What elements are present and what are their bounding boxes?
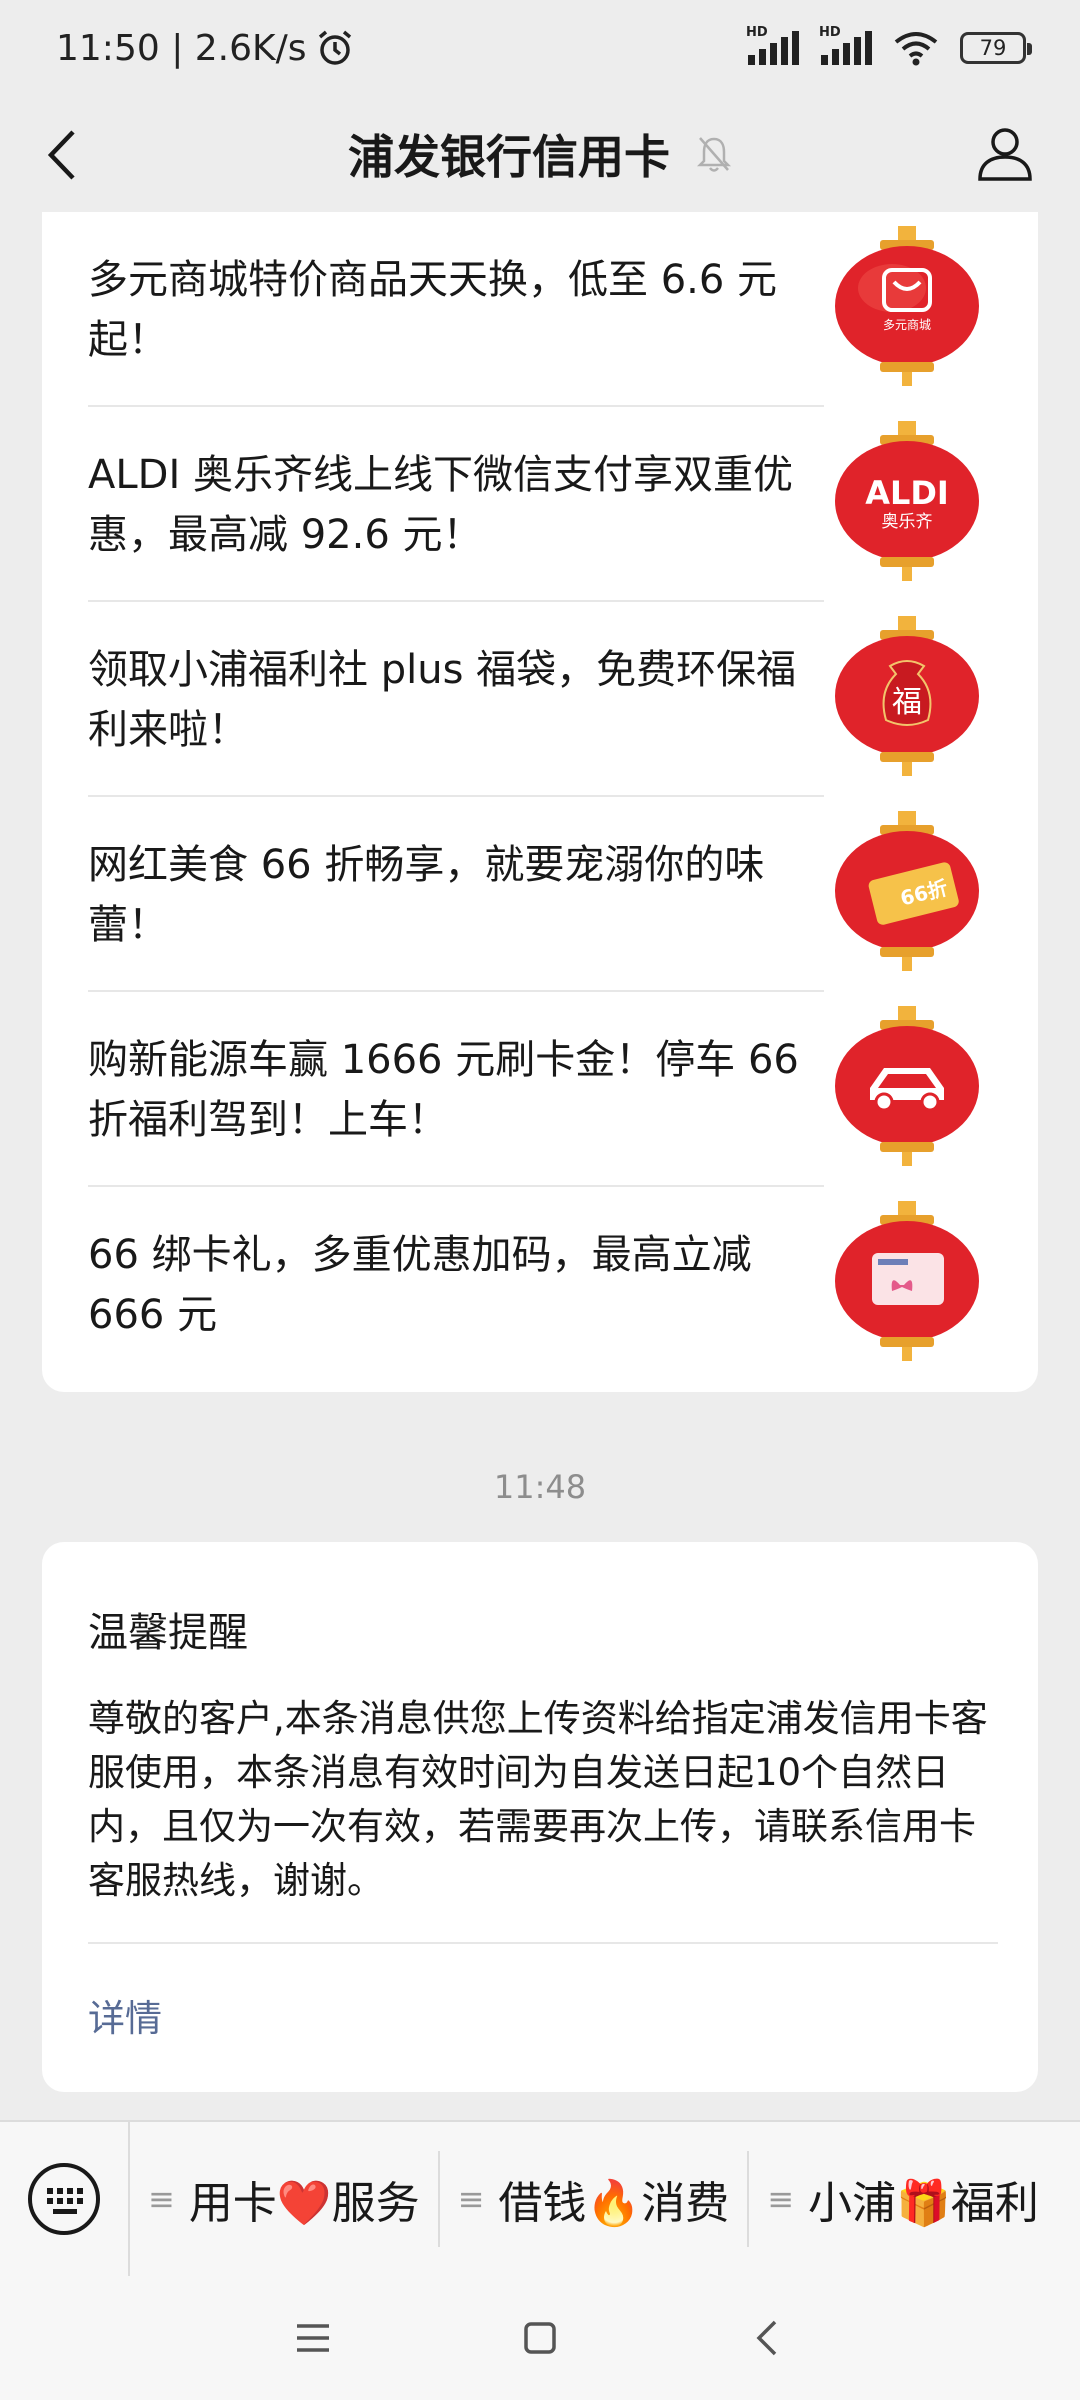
home-button[interactable] <box>500 2298 580 2378</box>
svg-text:奥乐齐: 奥乐齐 <box>882 512 933 532</box>
message-timestamp: 11:48 <box>493 1468 587 1506</box>
mute-bell-icon <box>696 137 732 172</box>
notice-title: 温馨提醒 <box>88 1610 248 1656</box>
svg-text:ALDI: ALDI <box>865 474 949 512</box>
menu-lines-icon: ≡ <box>148 2180 175 2218</box>
menu-item-welfare[interactable]: ≡ 小浦🎁福利 <box>749 2151 1057 2247</box>
signal-icon-2: HD <box>819 25 872 65</box>
chevron-left-icon <box>47 130 75 180</box>
aldi-lantern-icon: ALDI 奥乐齐 <box>835 421 979 581</box>
home-square-icon <box>524 2322 556 2354</box>
bottom-menu-bar: ≡ 用卡❤️服务 ≡ 借钱🔥消费 ≡ 小浦🎁福利 <box>0 2120 1080 2277</box>
page-title: 浦发银行信用卡 <box>348 121 732 187</box>
article-title: 购新能源车赢 1666 元刷卡金！停车 66 折福利驾到！上车！ <box>88 1036 799 1143</box>
system-back-button[interactable] <box>727 2298 807 2378</box>
menu-item-label: 小浦🎁福利 <box>808 2178 1039 2229</box>
alarm-icon <box>318 30 351 65</box>
lucky-bag-lantern-icon: 福 <box>835 616 979 776</box>
keyboard-toggle-button[interactable] <box>0 2121 130 2277</box>
person-icon <box>978 128 1032 181</box>
nav-bar: 浦发银行信用卡 <box>0 96 1080 212</box>
status-bar: 11:50 | 2.6K/s HD HD 79 <box>0 0 1080 96</box>
article-item[interactable]: 66 绑卡礼，多重优惠加码，最高立减 666 元 <box>88 1187 988 1382</box>
car-lantern-icon <box>835 1006 979 1166</box>
article-title: 多元商城特价商品天天换，低至 6.6 元起！ <box>88 256 778 363</box>
battery-icon: 79 <box>960 32 1032 64</box>
svg-text:福: 福 <box>892 685 922 720</box>
menu-lines-icon: ≡ <box>767 2180 795 2218</box>
article-title: 网红美食 66 折畅享，就要宠溺你的味蕾！ <box>88 841 765 948</box>
page-title-text: 浦发银行信用卡 <box>348 130 670 184</box>
back-button[interactable] <box>32 120 92 190</box>
article-item[interactable]: ALDI 奥乐齐线上线下微信支付享双重优惠，最高减 92.6 元！ ALDI 奥… <box>88 407 988 602</box>
menu-item-label: 借钱🔥消费 <box>498 2178 730 2229</box>
article-item[interactable]: 购新能源车赢 1666 元刷卡金！停车 66 折福利驾到！上车！ <box>88 992 988 1187</box>
status-right: HD HD 79 <box>746 25 1032 66</box>
menu-lines-icon: ≡ <box>457 2180 485 2218</box>
system-nav-bar <box>0 2276 1080 2400</box>
menu-icon <box>297 2324 330 2352</box>
coupon-lantern-icon: 66折 <box>835 811 979 971</box>
notice-divider <box>88 1942 998 1944</box>
shopping-bag-lantern-icon: 多元商城 <box>835 226 979 386</box>
card-gift-lantern-icon <box>835 1201 979 1361</box>
profile-button[interactable] <box>970 118 1040 188</box>
article-title: ALDI 奥乐齐线上线下微信支付享双重优惠，最高减 92.6 元！ <box>88 451 793 558</box>
article-title: 领取小浦福利社 plus 福袋，免费环保福利来啦！ <box>88 646 797 753</box>
notice-body: 尊敬的客户,本条消息供您上传资料给指定浦发信用卡客服使用，本条消息有效时间为自发… <box>88 1697 988 1902</box>
article-title: 66 绑卡礼，多重优惠加码，最高立减 666 元 <box>88 1231 752 1338</box>
article-item[interactable]: 领取小浦福利社 plus 福袋，免费环保福利来啦！ 福 <box>88 602 988 797</box>
recent-apps-button[interactable] <box>273 2298 353 2378</box>
wifi-icon <box>894 32 938 66</box>
details-link[interactable]: 详情 <box>88 1988 162 2042</box>
svg-text:多元商城: 多元商城 <box>883 317 931 332</box>
menu-item-card-service[interactable]: ≡ 用卡❤️服务 <box>130 2151 440 2247</box>
menu-item-label: 用卡❤️服务 <box>188 2178 420 2229</box>
battery-level: 79 <box>979 36 1007 60</box>
signal-icon: HD <box>746 25 799 65</box>
chat-area[interactable]: 多元商城特价商品天天换，低至 6.6 元起！ 多元商城 ALDI 奥乐齐线上线下… <box>0 212 1080 2120</box>
article-item[interactable]: 多元商城特价商品天天换，低至 6.6 元起！ 多元商城 <box>88 212 988 407</box>
status-left: 11:50 | 2.6K/s <box>56 28 355 69</box>
article-card: 多元商城特价商品天天换，低至 6.6 元起！ 多元商城 ALDI 奥乐齐线上线下… <box>42 212 1038 1392</box>
keyboard-icon <box>28 2163 100 2235</box>
chevron-left-icon <box>756 2320 776 2356</box>
menu-item-borrow[interactable]: ≡ 借钱🔥消费 <box>440 2151 750 2247</box>
notice-card[interactable]: 温馨提醒 尊敬的客户,本条消息供您上传资料给指定浦发信用卡客服使用，本条消息有效… <box>42 1542 1038 2092</box>
article-item[interactable]: 网红美食 66 折畅享，就要宠溺你的味蕾！ 66折 <box>88 797 988 992</box>
status-time-speed: 11:50 | 2.6K/s <box>56 27 307 69</box>
